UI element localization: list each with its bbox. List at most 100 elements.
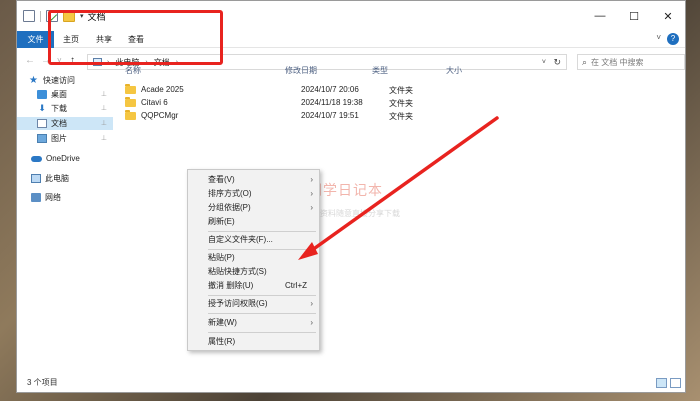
pictures-icon [37,134,47,143]
network-icon [31,193,41,202]
menu-divider [208,231,316,232]
menu-item-label: 属性(R) [208,337,236,346]
submenu-arrow-icon: › [310,189,313,198]
file-modified: 2024/11/18 19:38 [301,98,363,107]
list-item[interactable]: QQPCMgr 2024/10/7 19:51 文件夹 [125,110,525,123]
folder-icon [125,110,136,120]
column-header-name[interactable]: 名称 [125,65,141,76]
menu-item-label: 查看(V) [208,175,235,184]
menu-divider [208,249,316,250]
menu-divider [208,313,316,314]
sidebar-item-quick-access[interactable]: ★ 快速访问 [29,74,113,87]
sidebar-item-documents[interactable]: 文档 ⊥ [17,117,113,130]
file-type: 文件夹 [389,99,413,108]
pin-icon: ⊥ [100,120,107,127]
minimize-button[interactable]: — [583,1,617,31]
menu-divider [208,295,316,296]
list-item[interactable]: Citavi 6 2024/11/18 19:38 文件夹 [125,97,525,110]
menu-item-label: 新建(W) [208,318,237,327]
menu-item-undo-delete[interactable]: 撤消 删除(U) Ctrl+Z [188,279,319,292]
file-type: 文件夹 [389,86,413,95]
sidebar-item-label: 此电脑 [45,174,69,183]
menu-item-group-by[interactable]: 分组依据(P) › [188,201,319,214]
menu-item-label: 粘贴快捷方式(S) [208,267,267,276]
file-modified: 2024/10/7 20:06 [301,85,359,94]
desktop-icon [37,90,47,99]
menu-item-shortcut: Ctrl+Z [285,281,307,290]
address-dropdown-icon[interactable]: ˅ [542,59,546,66]
sidebar-item-downloads[interactable]: ⬇ 下载 ⊥ [17,102,113,115]
sidebar-item-label: 下载 [51,104,67,113]
context-menu: 查看(V) › 排序方式(O) › 分组依据(P) › 刷新(E) 自定义文件夹… [187,169,320,351]
annotation-highlight-box [48,10,223,65]
folder-icon [125,97,136,107]
column-header-size[interactable]: 大小 [446,65,462,76]
submenu-arrow-icon: › [310,175,313,184]
menu-item-label: 粘贴(P) [208,253,235,262]
sidebar-item-label: 桌面 [51,90,67,99]
window-controls: — ☐ ✕ [583,1,685,31]
pin-icon: ⊥ [100,105,107,112]
file-name: Citavi 6 [141,98,168,107]
column-header-modified[interactable]: 修改日期 [285,65,317,76]
sidebar-item-network[interactable]: 网络 [31,191,113,204]
sidebar-item-label: 图片 [51,134,67,143]
sidebar-item-label: 网络 [45,193,61,202]
sidebar-item-label: 快速访问 [43,76,75,85]
details-view-icon[interactable] [656,378,667,388]
help-icon[interactable]: ? [667,33,679,45]
sidebar-item-onedrive[interactable]: OneDrive [31,152,113,165]
search-box[interactable]: ⌕ 在 文档 中搜索 [577,54,685,70]
submenu-arrow-icon: › [310,318,313,327]
large-icons-view-icon[interactable] [670,378,681,388]
menu-item-label: 排序方式(O) [208,189,252,198]
menu-item-label: 授予访问权限(G) [208,299,268,308]
sidebar-item-label: 文档 [51,119,67,128]
item-count: 3 个项目 [27,378,58,387]
menu-item-label: 刷新(E) [208,217,235,226]
file-type: 文件夹 [389,112,413,121]
menu-item-new[interactable]: 新建(W) › [188,316,319,329]
file-name: Acade 2025 [141,85,184,94]
search-icon: ⌕ [582,56,588,67]
view-toggle [653,378,681,388]
properties-icon[interactable] [23,10,35,22]
sidebar-item-this-pc[interactable]: 此电脑 [31,172,113,185]
toolbar-divider [40,10,41,22]
menu-item-properties[interactable]: 属性(R) [188,335,319,348]
back-arrow-icon[interactable]: ← [25,55,35,66]
menu-item-customize-folder[interactable]: 自定义文件夹(F)... [188,233,319,246]
close-button[interactable]: ✕ [651,1,685,31]
menu-item-refresh[interactable]: 刷新(E) [188,215,319,228]
submenu-arrow-icon: › [310,299,313,308]
menu-item-view[interactable]: 查看(V) › [188,173,319,186]
maximize-button[interactable]: ☐ [617,1,651,31]
menu-item-sort-by[interactable]: 排序方式(O) › [188,187,319,200]
this-pc-icon [31,174,41,183]
collapse-ribbon-icon[interactable]: ˅ [656,33,661,42]
sidebar-item-desktop[interactable]: 桌面 ⊥ [17,88,113,101]
menu-item-label: 分组依据(P) [208,203,251,212]
status-bar: 3 个项目 [17,374,685,392]
folder-icon [125,84,136,94]
submenu-arrow-icon: › [310,203,313,212]
refresh-icon[interactable]: ↻ [553,57,561,68]
menu-item-paste[interactable]: 粘贴(P) [188,251,319,264]
file-name: QQPCMgr [141,111,179,120]
search-placeholder: 在 文档 中搜索 [591,57,644,67]
navigation-pane: ★ 快速访问 桌面 ⊥ ⬇ 下载 ⊥ 文档 ⊥ 图片 ⊥ OneDrive 此电… [17,74,113,372]
menu-item-label: 自定义文件夹(F)... [208,235,273,244]
list-item[interactable]: Acade 2025 2024/10/7 20:06 文件夹 [125,84,525,97]
column-header-type[interactable]: 类型 [372,65,388,76]
documents-icon [37,119,47,128]
onedrive-icon [31,155,42,162]
star-icon: ★ [29,75,38,86]
file-modified: 2024/10/7 19:51 [301,111,359,120]
sidebar-item-label: OneDrive [46,154,80,163]
sidebar-item-pictures[interactable]: 图片 ⊥ [17,132,113,145]
menu-divider [208,332,316,333]
menu-item-label: 撤消 删除(U) [208,281,254,290]
menu-item-give-access[interactable]: 授予访问权限(G) › [188,297,319,310]
menu-item-paste-shortcut[interactable]: 粘贴快捷方式(S) [188,265,319,278]
download-icon: ⬇ [38,103,46,113]
